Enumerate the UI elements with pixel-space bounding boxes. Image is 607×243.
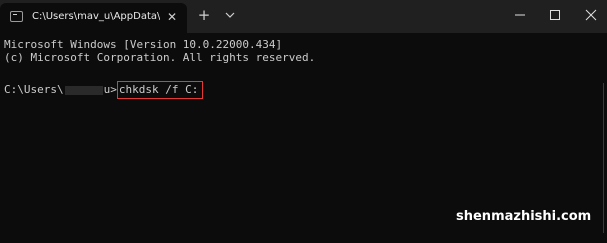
tab-terminal[interactable]: C:\Users\mav_u\AppData\Roam ✕ bbox=[0, 3, 187, 33]
scrollbar[interactable] bbox=[602, 83, 605, 233]
chevron-down-icon[interactable] bbox=[223, 8, 237, 22]
command-highlight: chkdsk /f C: bbox=[116, 81, 204, 99]
tab-title: C:\Users\mav_u\AppData\Roam bbox=[32, 11, 160, 22]
watermark: shenmazhishi.com bbox=[456, 209, 592, 224]
redacted-username bbox=[64, 85, 103, 95]
terminal-line-version: Microsoft Windows [Version 10.0.22000.43… bbox=[4, 38, 283, 51]
new-tab-button[interactable]: + bbox=[196, 7, 212, 23]
maximize-icon[interactable] bbox=[547, 7, 563, 23]
prompt-suffix: u> bbox=[103, 83, 117, 96]
minimize-icon[interactable] bbox=[512, 7, 528, 23]
tab-close-icon[interactable]: ✕ bbox=[165, 10, 179, 24]
terminal-prompt-line: C:\Users\ u> chkdsk /f C: bbox=[4, 81, 204, 99]
close-icon[interactable] bbox=[583, 7, 599, 23]
command-text: chkdsk /f C: bbox=[118, 83, 199, 96]
terminal-icon bbox=[10, 11, 23, 22]
terminal-line-copyright: (c) Microsoft Corporation. All rights re… bbox=[4, 51, 316, 64]
title-bar: C:\Users\mav_u\AppData\Roam ✕ + bbox=[0, 0, 607, 33]
prompt-prefix: C:\Users\ bbox=[4, 83, 64, 96]
